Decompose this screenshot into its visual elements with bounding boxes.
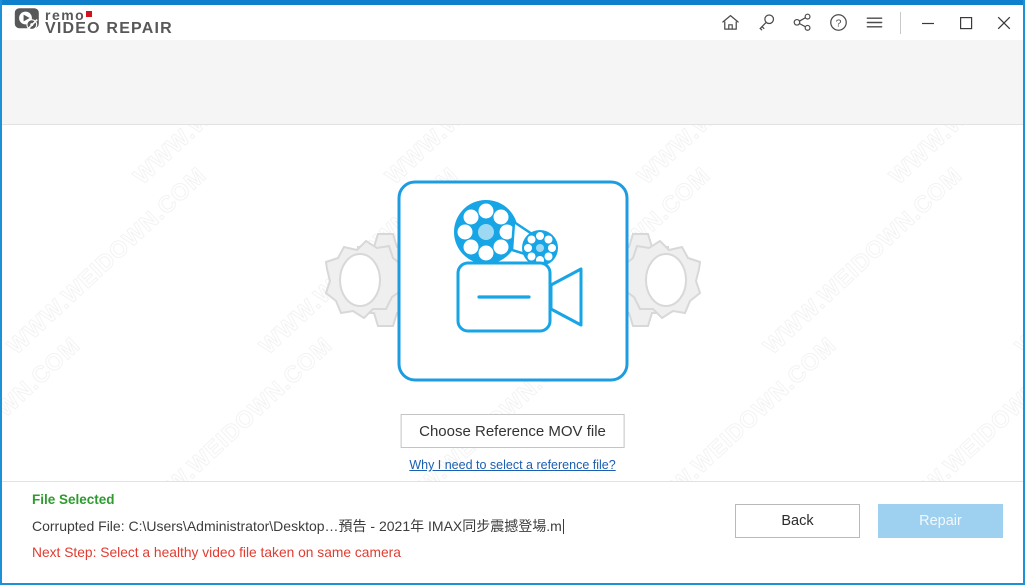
action-button-group: Back Repair <box>735 504 1003 538</box>
application-window: WWW.WEIDOWN.COM WWW.WEIDOWN.COM WWW.WEIDOW… <box>0 0 1025 585</box>
next-step-label: Next Step: Select a healthy video file t… <box>32 545 401 560</box>
back-button[interactable]: Back <box>735 504 860 538</box>
logo-text-video-repair: VIDEO REPAIR <box>45 20 173 38</box>
corrupted-file-path: Corrupted File: C:\Users\Administrator\D… <box>32 516 564 536</box>
page-header-band <box>2 40 1023 125</box>
app-logo-wordmark: remo VIDEO REPAIR <box>45 8 173 37</box>
remo-logo-icon <box>14 7 40 38</box>
svg-text:?: ? <box>835 18 841 30</box>
close-button[interactable] <box>985 5 1023 40</box>
maximize-button[interactable] <box>947 5 985 40</box>
titlebar-controls: ? <box>712 5 1023 40</box>
app-logo: remo VIDEO REPAIR <box>14 7 173 38</box>
why-reference-file-link[interactable]: Why I need to select a reference file? <box>409 458 615 472</box>
titlebar: remo VIDEO REPAIR ? <box>2 5 1023 40</box>
titlebar-accent-strip <box>2 0 1023 5</box>
main-content: Choose Reference MOV file Why I need to … <box>2 126 1023 481</box>
status-messages: File Selected Corrupted File: C:\Users\A… <box>32 492 564 560</box>
text-caret <box>562 519 564 534</box>
share-icon[interactable] <box>784 5 820 40</box>
video-camera-gears-illustration <box>298 170 728 395</box>
repair-button[interactable]: Repair <box>878 504 1003 538</box>
logo-red-dot <box>86 11 93 18</box>
key-icon[interactable] <box>748 5 784 40</box>
status-bar: File Selected Corrupted File: C:\Users\A… <box>2 481 1023 583</box>
corrupted-file-text: Corrupted File: C:\Users\Administrator\D… <box>32 518 562 534</box>
home-icon[interactable] <box>712 5 748 40</box>
menu-icon[interactable] <box>856 5 892 40</box>
titlebar-divider <box>900 11 901 34</box>
file-selected-label: File Selected <box>32 492 115 507</box>
choose-reference-file-button[interactable]: Choose Reference MOV file <box>400 414 625 448</box>
help-icon[interactable]: ? <box>820 5 856 40</box>
minimize-button[interactable] <box>909 5 947 40</box>
